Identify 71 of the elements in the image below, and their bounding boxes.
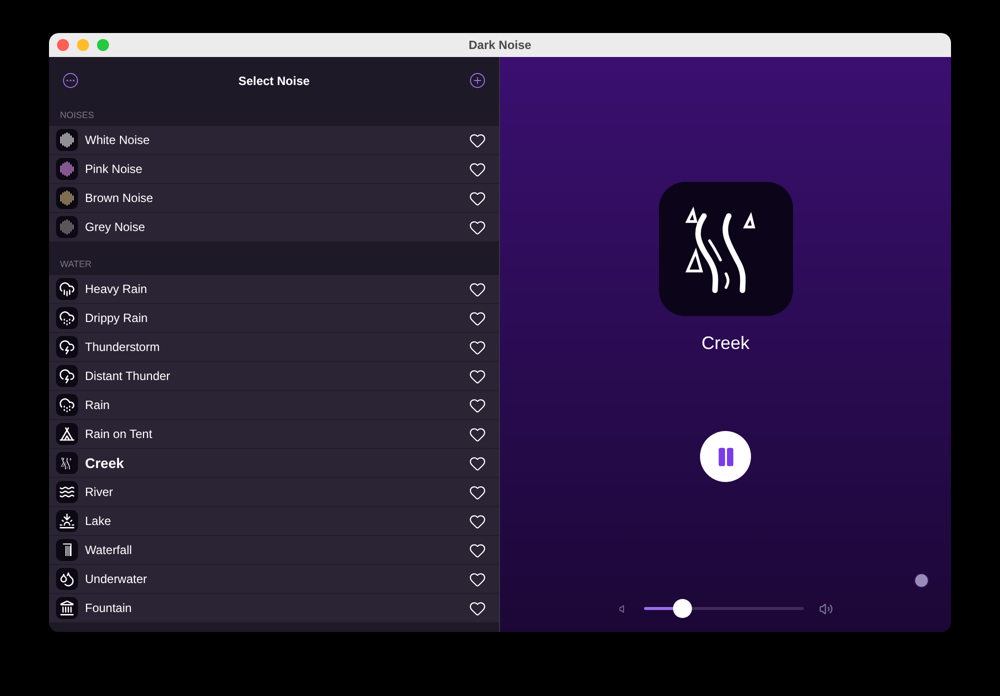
window-title: Dark Noise	[468, 37, 532, 54]
cloud-drizzle-icon	[59, 310, 75, 326]
noise-list-item[interactable]: Pink Noise	[49, 155, 499, 184]
noise-list-item[interactable]: River	[49, 478, 499, 507]
noise-name: Thunderstorm	[85, 339, 161, 356]
heart-icon[interactable]	[469, 310, 486, 326]
noise-name: Fountain	[85, 600, 133, 617]
noise-list-item[interactable]: Underwater	[49, 565, 499, 594]
heart-icon[interactable]	[469, 484, 486, 500]
noise-name: Grey Noise	[85, 219, 146, 236]
noise-list-item[interactable]: Heavy Rain	[49, 275, 499, 304]
heart-icon[interactable]	[469, 160, 486, 178]
heart-icon[interactable]	[469, 454, 486, 472]
heart-icon[interactable]	[469, 426, 486, 442]
now-playing-title: Creek	[701, 332, 750, 355]
heart-icon[interactable]	[469, 512, 486, 530]
heart-icon[interactable]	[469, 190, 486, 206]
heart-icon[interactable]	[469, 338, 486, 356]
noise-name: River	[85, 484, 114, 501]
noise-name: Drippy Rain	[85, 310, 149, 327]
more-button[interactable]	[63, 73, 78, 88]
cloud-drizzle-icon	[59, 397, 75, 413]
noise-list-item[interactable]: Fountain	[49, 594, 499, 623]
heart-icon[interactable]	[469, 132, 486, 148]
sunset-icon	[59, 513, 75, 529]
noise-list-item[interactable]: Drippy Rain	[49, 304, 499, 333]
cloud-rain-icon	[59, 281, 75, 297]
heart-icon[interactable]	[469, 542, 486, 558]
waves-icon	[59, 484, 75, 500]
plus-icon	[472, 75, 483, 86]
noise-name: Rain	[85, 397, 111, 414]
tent-icon	[59, 426, 75, 442]
heart-icon[interactable]	[469, 396, 486, 414]
noise-name: Heavy Rain	[85, 281, 148, 298]
heart-icon[interactable]	[469, 280, 486, 298]
timer-button[interactable]	[913, 572, 930, 589]
volume-high-icon	[818, 602, 832, 616]
noise-name: Distant Thunder	[85, 368, 172, 385]
play-pause-button[interactable]	[700, 431, 751, 482]
noise-name: Underwater	[85, 571, 148, 588]
droplets-icon	[59, 571, 75, 587]
noise-list-item[interactable]: Distant Thunder	[49, 362, 499, 391]
noise-list-item[interactable]: White Noise	[49, 126, 499, 155]
sidebar-title: Select Noise	[237, 72, 311, 90]
heart-icon[interactable]	[469, 368, 486, 384]
noise-list-item[interactable]: Grey Noise	[49, 213, 499, 242]
section-header: WATER	[60, 258, 92, 270]
fountain-icon	[59, 600, 75, 616]
cloud-lightning-icon	[59, 368, 75, 384]
noise-name: Brown Noise	[85, 190, 154, 207]
section-header: NOISES	[60, 108, 94, 122]
heart-icon[interactable]	[469, 218, 486, 236]
noise-list-item[interactable]: Brown Noise	[49, 184, 499, 213]
close-button[interactable]	[57, 39, 69, 51]
heart-icon[interactable]	[469, 600, 486, 616]
noise-name: Rain on Tent	[85, 426, 154, 443]
noise-list-item[interactable]: Thunderstorm	[49, 333, 499, 362]
noise-name: Waterfall	[85, 542, 133, 559]
add-button[interactable]	[470, 73, 485, 88]
noise-list-item[interactable]: Creek	[49, 449, 499, 478]
noise-list-item[interactable]: Rain on Tent	[49, 420, 499, 449]
slider-thumb[interactable]	[672, 599, 692, 618]
noise-list-item[interactable]: Waterfall	[49, 536, 499, 565]
noise-name: Creek	[85, 454, 125, 472]
noise-name: Lake	[85, 513, 112, 530]
noise-list-item[interactable]: Lake	[49, 507, 499, 536]
noise-name: White Noise	[85, 132, 151, 149]
heart-icon[interactable]	[469, 570, 486, 588]
cloud-lightning-icon	[59, 339, 75, 355]
noise-list-item[interactable]: Rain	[49, 391, 499, 420]
noise-name: Pink Noise	[85, 161, 144, 178]
